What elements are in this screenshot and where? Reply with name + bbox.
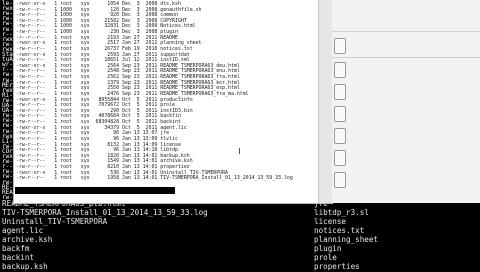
listing-row: backup.ksh properties (0, 262, 480, 272)
listing-cell: properties (314, 262, 360, 271)
panel-divider (332, 57, 480, 58)
listing-cell: backup.ksh (2, 262, 48, 271)
panel-button[interactable] (334, 62, 346, 78)
terminal-line: orlenxdcu4:/usr/tivoli/tsm/tdp/Uninstall… (16, 180, 167, 187)
text-cursor (239, 148, 240, 154)
side-panel (332, 0, 480, 203)
panel-button[interactable] (334, 38, 346, 54)
panel-button[interactable] (334, 172, 346, 188)
panel-button[interactable] (334, 150, 346, 166)
panel-button[interactable] (334, 106, 346, 122)
panel-button[interactable] (334, 128, 346, 144)
panel-button[interactable] (334, 84, 346, 100)
directory-listing: README_TSMERPORA63_ptb.html jre TIV-TSMERP… (0, 199, 480, 272)
foreground-terminal-window[interactable]: -rwxr-xr-x 1 root sys 1054 Dec 3 2008 dt… (14, 0, 332, 203)
panel-divider (332, 31, 480, 32)
scrollbar[interactable] (318, 0, 332, 203)
